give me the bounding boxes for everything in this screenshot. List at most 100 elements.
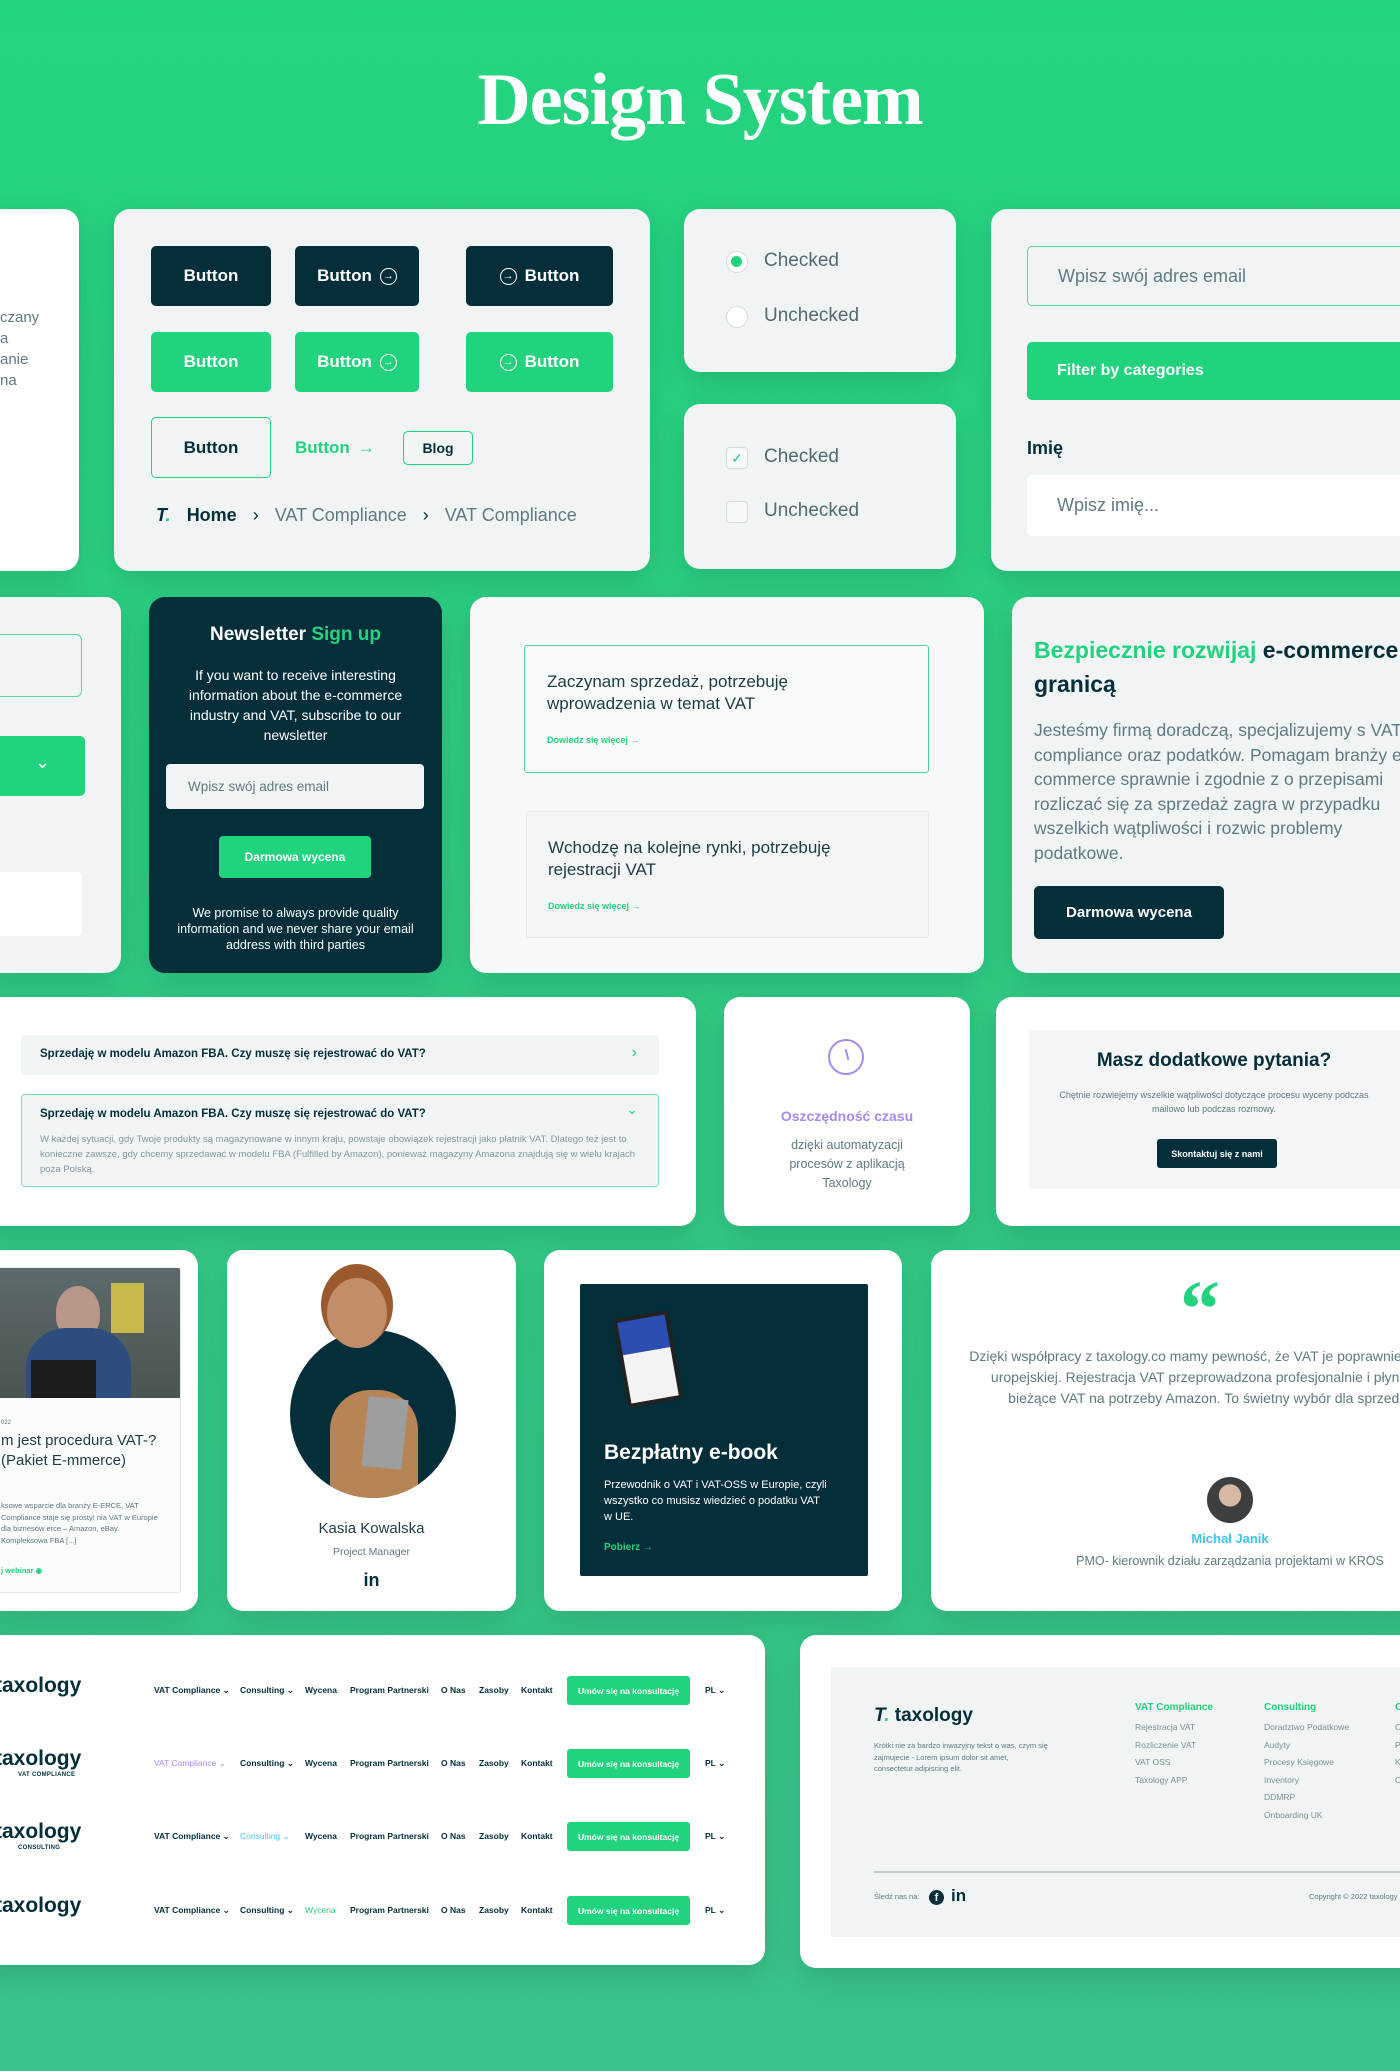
nav-item[interactable]: Consulting ⌄ [240,1905,294,1916]
option-link[interactable]: Dowiedz się więcej → [548,901,641,911]
nav-item[interactable]: Program Partnerski [350,1905,429,1915]
facebook-icon[interactable]: f [929,1890,944,1905]
breadcrumb-home[interactable]: Home [187,505,237,526]
footer-link[interactable]: Rozliczenie VAT [1135,1740,1213,1758]
consultation-button[interactable]: Umów się na konsultację [567,1676,690,1705]
name-input[interactable]: Wpisz imię... [1027,475,1400,536]
email-input[interactable]: Wpisz swój adres email [1027,246,1400,306]
option-link[interactable]: Dowiedz się więcej → [547,735,640,745]
ebook-download-link[interactable]: Pobierz → [604,1542,653,1553]
nav-item[interactable]: VAT Compliance ⌄ [154,1831,230,1842]
footer-link[interactable]: Taxology APP [1135,1775,1213,1793]
language-select[interactable]: PL ⌄ [705,1831,725,1842]
nav-item[interactable]: Zasoby [479,1758,509,1768]
footer-link[interactable]: DDMRP [1264,1792,1349,1810]
language-select[interactable]: PL ⌄ [705,1758,725,1769]
footer-link[interactable]: C [1395,1722,1400,1740]
linkedin-icon[interactable]: in [227,1570,516,1591]
newsletter-email-input[interactable]: Wpisz swój adres email [166,764,424,809]
select-dropdown[interactable]: ⌄ [0,736,85,796]
nav-item[interactable]: Wycena [305,1831,337,1841]
footer-link[interactable]: Doradztwo Podatkowe [1264,1722,1349,1740]
nav-item[interactable]: O Nas [441,1685,466,1695]
newsletter-submit-button[interactable]: Darmowa wycena [219,836,371,878]
filter-categories-button[interactable]: Filter by categories [1027,342,1400,400]
newsletter-title: Newsletter [209,624,307,645]
radio-unchecked[interactable] [726,306,748,328]
taxology-logo[interactable]: T. taxology [0,1747,81,1771]
consultation-button[interactable]: Umów się na konsultację [567,1749,690,1778]
footer-link[interactable]: K [1395,1757,1400,1775]
taxology-logo[interactable]: T. taxology [0,1820,81,1844]
blog-button[interactable]: Blog [403,431,473,465]
faq-item-expanded[interactable]: Sprzedaję w modelu Amazon FBA. Czy muszę… [21,1094,659,1187]
taxology-logo[interactable]: T. taxology [0,1894,81,1918]
linkedin-icon[interactable]: in [951,1886,966,1906]
footer-link[interactable]: Inventory [1264,1775,1349,1793]
nav-item[interactable]: O Nas [441,1831,466,1841]
nav-item[interactable]: VAT Compliance ⌄ [154,1685,230,1696]
nav-item[interactable]: Zasoby [479,1905,509,1915]
green-button[interactable]: Button [151,332,271,392]
chevron-down-icon: ⌄ [715,1685,726,1695]
footer-link[interactable]: P [1395,1740,1400,1758]
text-line: a [0,330,9,347]
nav-item[interactable]: Program Partnerski [350,1685,429,1695]
nav-item[interactable]: O Nas [441,1905,466,1915]
nav-item[interactable]: Zasoby [479,1685,509,1695]
language-select[interactable]: PL ⌄ [705,1905,725,1916]
nav-item[interactable]: Kontakt [521,1831,553,1841]
checkbox-checked[interactable]: ✓ [726,447,748,469]
faq-item-collapsed[interactable]: Sprzedaję w modelu Amazon FBA. Czy muszę… [21,1035,659,1075]
footer-link[interactable]: Audyty [1264,1740,1349,1758]
option-card-active[interactable]: Zaczynam sprzedaż, potrzebuję wprowadzen… [524,645,929,773]
nav-item[interactable]: Wycena [305,1905,336,1915]
footer-link[interactable]: Rejestracja VAT [1135,1722,1213,1740]
consultation-button[interactable]: Umów się na konsultację [567,1896,690,1925]
nav-item[interactable]: Zasoby [479,1831,509,1841]
footer-link[interactable]: Procesy Księgowe [1264,1757,1349,1775]
nav-item[interactable]: Consulting ⌄ [240,1758,294,1769]
nav-item[interactable]: VAT Compliance ⌄ [154,1758,226,1769]
nav-item[interactable]: Kontakt [521,1685,553,1695]
webinar-title: m jest procedura VAT-? (Pakiet E-mmerce) [1,1432,157,1469]
link-button[interactable]: Button → [295,431,385,465]
nav-item[interactable]: VAT Compliance ⌄ [154,1905,230,1916]
green-button-icon-right[interactable]: Button → [295,332,419,392]
breadcrumb-item[interactable]: VAT Compliance [275,505,407,526]
contact-button[interactable]: Skontaktuj się z nami [1157,1139,1277,1168]
consultation-button[interactable]: Umów się na konsultację [567,1822,690,1851]
nav-item[interactable]: Consulting ⌄ [240,1831,290,1842]
nav-item[interactable]: Kontakt [521,1905,553,1915]
nav-item[interactable]: Wycena [305,1685,337,1695]
footer-link[interactable]: C [1395,1775,1400,1793]
dark-button-icon-left[interactable]: → Button [466,246,613,306]
webinar-thumbnail[interactable] [0,1268,180,1398]
nav-item[interactable]: Consulting ⌄ [240,1685,294,1696]
breadcrumb-item[interactable]: VAT Compliance [445,505,577,526]
nav-item[interactable]: Program Partnerski [350,1758,429,1768]
nav-item[interactable]: O Nas [441,1758,466,1768]
option-card[interactable]: Wchodzę na kolejne rynki, potrzebuję rej… [526,811,929,938]
webinar-link[interactable]: j webinar ◉ [1,1566,42,1575]
outlined-input[interactable] [0,634,82,697]
checkbox-unchecked[interactable] [726,501,748,523]
dark-button-icon-right[interactable]: Button → [295,246,419,306]
footer-link[interactable]: VAT OSS [1135,1757,1213,1775]
outline-button[interactable]: Button [151,417,271,478]
nav-item[interactable]: Wycena [305,1758,337,1768]
radio-checked[interactable] [726,251,748,273]
person-name: Kasia Kowalska [318,1520,425,1537]
green-button-icon-left[interactable]: → Button [466,332,613,392]
testimonial-quote: Dzięki współpracy z taxology.co mamy pew… [969,1348,1400,1406]
nav-item[interactable]: Kontakt [521,1758,553,1768]
dark-button[interactable]: Button [151,246,271,306]
footer-link[interactable]: Onboarding UK [1264,1810,1349,1828]
taxology-logo[interactable]: T. taxology [0,1674,81,1698]
language-select[interactable]: PL ⌄ [705,1685,725,1696]
hero-cta-button[interactable]: Darmowa wycena [1034,886,1224,939]
white-input[interactable] [0,872,82,936]
breadcrumb: T. Home › VAT Compliance › VAT Complianc… [156,505,577,526]
buttons-card: Button Button → → Button Button Button → → B… [114,209,650,571]
nav-item[interactable]: Program Partnerski [350,1831,429,1841]
